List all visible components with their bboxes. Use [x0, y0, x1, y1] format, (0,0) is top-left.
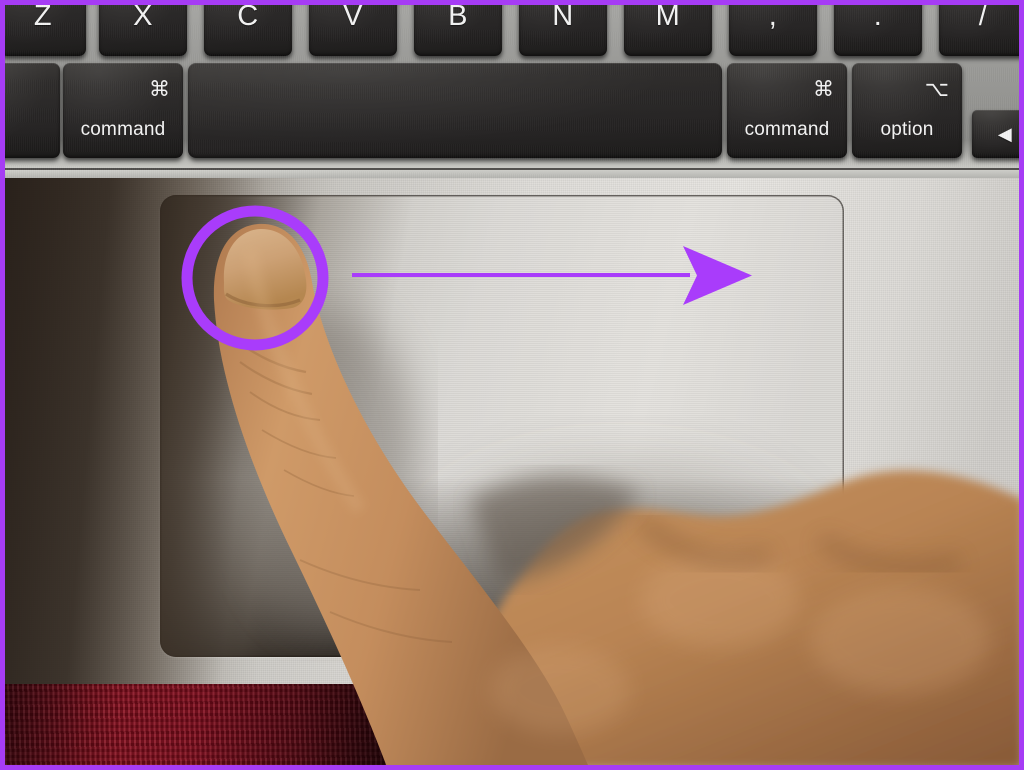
key-option-right[interactable]: ⌥ option: [852, 63, 962, 158]
key-arrow-left-icon: ◀: [997, 124, 1013, 144]
key-z-label: Z: [33, 0, 53, 32]
key-command-left[interactable]: ⌘ command: [63, 63, 183, 158]
key-slash[interactable]: /: [939, 0, 1024, 56]
key-v[interactable]: V: [309, 0, 397, 56]
key-comma[interactable]: ,: [729, 0, 817, 56]
key-x-label: X: [133, 0, 153, 32]
key-option-right-label: option: [880, 119, 934, 140]
palm-rest-shadow: [0, 178, 300, 698]
key-n-label: N: [552, 0, 574, 32]
key-command-left-symbol-icon: ⌘: [149, 78, 170, 101]
key-c-label: C: [237, 0, 259, 32]
key-x[interactable]: X: [99, 0, 187, 56]
key-command-left-label: command: [80, 119, 166, 140]
key-c[interactable]: C: [204, 0, 292, 56]
photograph-macbook-trackpad: Z X C V B N M,. / ⌥ion ⌘ command ⌘ command ⌥ option ◀: [0, 0, 1024, 770]
keyboard-deck: Z X C V B N M,. / ⌥ion ⌘ command ⌘ command ⌥ option ◀: [0, 0, 1024, 182]
key-v-label: V: [343, 0, 363, 32]
deck-seam-upper: [0, 168, 1024, 170]
screenshot-root: Z X C V B N M,. / ⌥ion ⌘ command ⌘ command ⌥ option ◀: [0, 0, 1024, 770]
key-command-right-label: command: [744, 119, 830, 140]
key-comma-label: ,: [768, 0, 778, 32]
key-option-left-label: ion: [0, 119, 60, 141]
key-n[interactable]: N: [519, 0, 607, 56]
key-m[interactable]: M: [624, 0, 712, 56]
key-command-right-symbol-icon: ⌘: [813, 78, 834, 101]
red-fabric-surface: [0, 684, 470, 770]
key-period-label: .: [873, 0, 883, 32]
key-arrow-left[interactable]: ◀: [972, 110, 1024, 158]
key-option-left[interactable]: ⌥ion: [0, 63, 60, 158]
key-slash-label: /: [978, 0, 988, 32]
key-b[interactable]: B: [414, 0, 502, 56]
key-b-label: B: [448, 0, 468, 32]
key-period[interactable]: .: [834, 0, 922, 56]
key-z[interactable]: Z: [0, 0, 86, 56]
key-option-right-symbol-icon: ⌥: [924, 78, 949, 101]
key-command-right[interactable]: ⌘ command: [727, 63, 847, 158]
key-m-label: M: [655, 0, 681, 32]
key-spacebar[interactable]: [188, 63, 722, 158]
